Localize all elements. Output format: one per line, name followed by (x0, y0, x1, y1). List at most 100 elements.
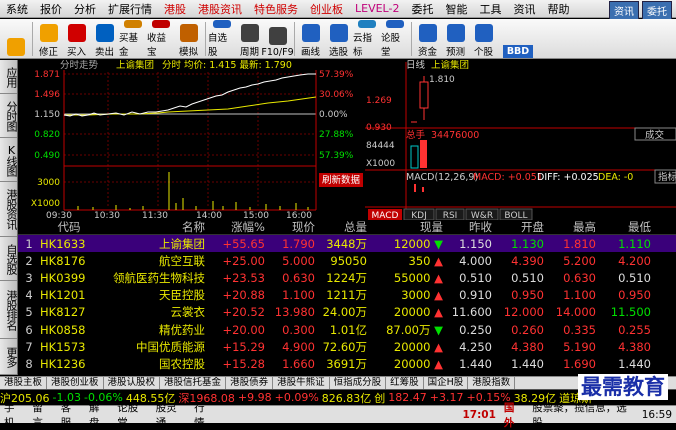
menu-hk-news[interactable]: 港股资讯 (192, 1, 248, 17)
toolbar-button-draw-line[interactable]: 画线 (297, 20, 324, 58)
market-tab[interactable]: 港股主板 (0, 377, 48, 389)
toolbar-button-favorite-stock[interactable]: 自选股 (208, 20, 235, 58)
status-forum[interactable]: 论股堂 (113, 400, 151, 430)
menu-quote[interactable]: 报价 (34, 1, 68, 17)
market-tab[interactable]: 恒指成分股 (330, 377, 387, 389)
toolbar-button-cloud-indicator[interactable]: 云指标 (353, 20, 380, 58)
stock-code: HK0858 (40, 322, 86, 337)
status-message[interactable]: 留言 (28, 400, 56, 430)
toolbar-button-period[interactable]: 周期 (236, 20, 263, 58)
total-volume: 3448万 (326, 236, 367, 251)
table-row[interactable]: 7 HK1573 中国优质能源 +15.29 4.900 72.60万 20000 ▲ 4.2… (18, 338, 676, 355)
header-volume[interactable]: 总量 (315, 219, 367, 235)
status-mobile[interactable]: 手机 (0, 400, 28, 430)
status-stock-link[interactable]: 股灵通 (152, 400, 190, 430)
toolbar-button-f10[interactable]: F10/F9 (261, 20, 294, 58)
daily-kline-chart[interactable]: 日线 上谕集团 1.810 1.269 0.930 总手 34476000 84… (365, 60, 676, 220)
toolbar-button-sell[interactable]: 卖出 (91, 20, 118, 58)
header-name[interactable]: 名称 (98, 219, 205, 235)
menu-help[interactable]: 帮助 (541, 1, 575, 17)
market-tab[interactable]: 港股信托基金 (160, 377, 227, 389)
market-tab[interactable]: 港股创业板 (47, 377, 104, 389)
header-price[interactable]: 现价 (265, 219, 315, 235)
toolbar-button-stock[interactable]: 个股 (470, 20, 497, 58)
nav-hk-ranking[interactable]: 港股排名 (0, 281, 18, 339)
menu-analysis[interactable]: 分析 (68, 1, 102, 17)
market-tab[interactable]: 国企H股 (424, 377, 469, 389)
bbd-button[interactable]: BBD (498, 20, 538, 58)
nav-apps[interactable]: 应用 (0, 60, 18, 94)
market-tab[interactable]: 港股认股权 (104, 377, 161, 389)
last-price: 0.300 (282, 322, 315, 337)
stock-code: HK1201 (40, 288, 86, 303)
last-price: 13.980 (274, 305, 315, 320)
market-tab[interactable]: 红筹股 (386, 377, 424, 389)
header-change[interactable]: 涨幅% (205, 219, 265, 235)
nav-hk-news[interactable]: 港股资讯 (0, 182, 18, 237)
table-row[interactable]: 2 HK8176 航空互联 +25.00 5.000 95050 350 ▲ 4.000 4.3… (18, 252, 676, 269)
table-body: 1 HK1633 上谕集团 +55.65 1.790 3448万 12000 ▼ 1.150 1… (18, 235, 676, 373)
nav-kline[interactable]: K线图 (0, 138, 18, 182)
status-quote[interactable]: 行情 (190, 400, 218, 430)
status-news[interactable]: 股票聚，揽信息，选股 (528, 400, 638, 430)
menu-hk-stock[interactable]: 港股 (158, 1, 192, 17)
menu-gem[interactable]: 创业板 (304, 1, 349, 17)
status-analysis[interactable]: 解盘 (85, 400, 113, 430)
table-row[interactable]: 5 HK8127 云裳衣 +20.52 13.980 24.00万 20000 ▲ 11.60… (18, 304, 676, 321)
y-label-4: 0.820 (34, 130, 60, 140)
menu-level2[interactable]: LEVEL-2 (349, 2, 405, 15)
trade-button[interactable]: 委托 (642, 1, 672, 20)
status-service[interactable]: 客服 (57, 400, 85, 430)
header-current-volume[interactable]: 现量 (367, 219, 443, 235)
refresh-label: 刷新数据 (322, 174, 361, 186)
y-label-5: 0.490 (34, 151, 60, 161)
intraday-chart[interactable]: 分时走势 上谕集团 分时 均价: 1.415 最新: 1.790 1.871 1… (18, 60, 364, 220)
toolbar-button-capital[interactable]: 资金 (414, 20, 441, 58)
arrow-up-icon: ▲ (430, 253, 443, 268)
nav-favorites[interactable]: 自选股 (0, 237, 18, 281)
header-code[interactable]: 代码 (40, 219, 98, 235)
toolbar-button-simulate[interactable]: 模拟 (175, 20, 202, 58)
toolbar-separator (411, 22, 412, 56)
market-tab[interactable]: 港股指数 (468, 377, 516, 389)
table-row[interactable]: 4 HK1201 天臣控股 +20.88 1.100 1211万 3000 ▲ 0.910 0.… (18, 287, 676, 304)
toolbar-button-select-stock[interactable]: 选股 (325, 20, 352, 58)
table-row[interactable]: 8 HK1236 国农控股 +15.28 1.660 3691万 20000 ▲ 1.440 1… (18, 355, 676, 372)
menu-extended-quote[interactable]: 扩展行情 (102, 1, 158, 17)
menu-info[interactable]: 资讯 (507, 1, 541, 17)
period-icon (240, 24, 259, 42)
high-price: 1.810 (563, 236, 596, 251)
nav-more[interactable]: 更多 (0, 339, 18, 375)
menu-tools[interactable]: 工具 (473, 1, 507, 17)
ticker-item: 826.83亿 (321, 391, 372, 405)
header-low[interactable]: 最低 (596, 219, 651, 235)
row-index: 2 (25, 253, 33, 268)
menu-trade[interactable]: 委托 (405, 1, 439, 17)
change-percent: +20.00 (222, 322, 265, 337)
total-volume: 95050 (330, 253, 367, 268)
nav-intraday[interactable]: 分时图 (0, 94, 18, 138)
table-row[interactable]: 6 HK0858 精优药业 +20.00 0.300 1.01亿 87.00万 ▼ 0.250… (18, 321, 676, 338)
header-high[interactable]: 最高 (544, 219, 596, 235)
open-price: 0.510 (511, 270, 544, 285)
menu-smart[interactable]: 智能 (439, 1, 473, 17)
total-volume: 24.00万 (322, 305, 367, 320)
table-row[interactable]: 1 HK1633 上谕集团 +55.65 1.790 3448万 12000 ▼ 1.150 1… (18, 235, 676, 253)
header-open[interactable]: 开盘 (492, 219, 544, 235)
info-button[interactable]: 资讯 (609, 1, 639, 20)
header-prev-close[interactable]: 昨收 (443, 219, 492, 235)
menu-special-service[interactable]: 特色服务 (248, 1, 304, 17)
toolbar-button-forecast[interactable]: 预测 (442, 20, 469, 58)
toolbar-button-forum[interactable]: 论股堂 (381, 20, 408, 58)
toolbar-button-up-down-arrow[interactable]: 修正 (35, 20, 62, 58)
market-tab[interactable]: 港股债券 (226, 377, 274, 389)
toolbar-button-treasure[interactable]: 收益宝 (147, 20, 174, 58)
table-row[interactable]: 3 HK0399 领航医药生物科技 +23.53 0.630 1224万 55000 ▲ 0.… (18, 269, 676, 286)
treasure-icon (151, 20, 170, 28)
toolbar-button-buy[interactable]: 买入 (63, 20, 90, 58)
stock-code: HK1633 (40, 236, 86, 251)
toolbar-button-back-arrow[interactable] (2, 20, 29, 58)
toolbar-button-fund[interactable]: 买基金 (119, 20, 146, 58)
menu-system[interactable]: 系统 (0, 1, 34, 17)
market-tab[interactable]: 港股牛熊证 (273, 377, 330, 389)
